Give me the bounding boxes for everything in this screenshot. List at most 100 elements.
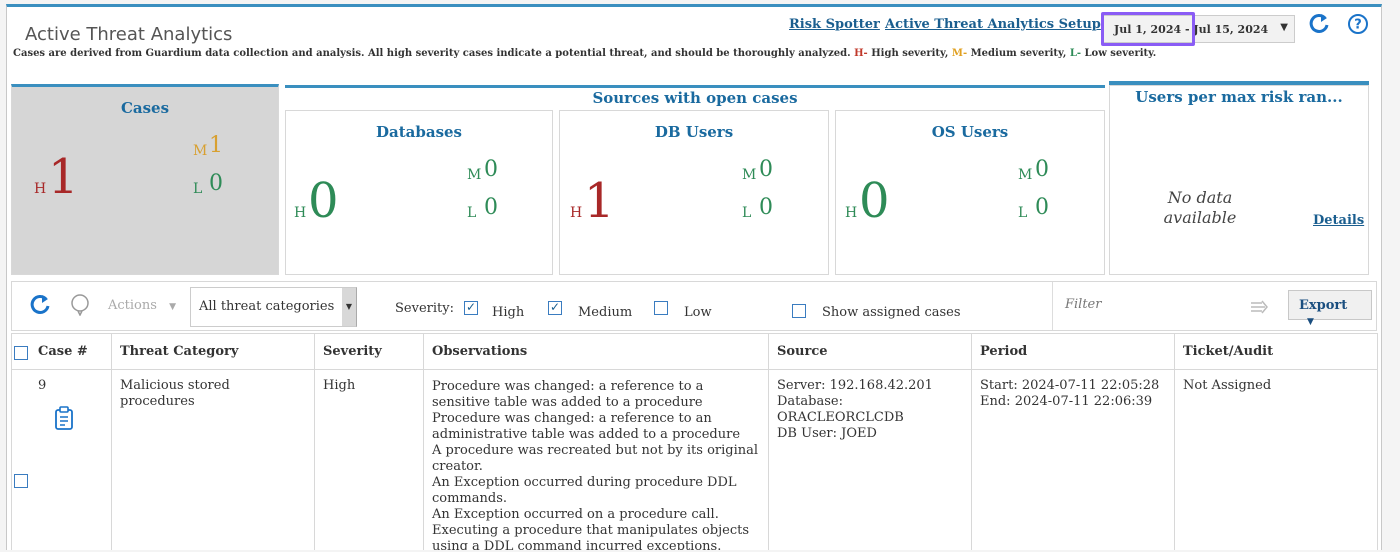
cell-case: 9 xyxy=(11,369,112,550)
databases-h-label: H xyxy=(294,205,307,221)
filter-input[interactable]: Filter xyxy=(1052,282,1272,330)
details-link[interactable]: Details xyxy=(1313,213,1364,228)
chevron-down-icon: ▼ xyxy=(1307,317,1314,327)
actions-label: Actions xyxy=(108,298,157,313)
db-users-h-value: 1 xyxy=(584,173,615,229)
os-users-l-value: 0 xyxy=(1035,195,1049,220)
col-source[interactable]: Source xyxy=(768,333,972,370)
databases-m-value: 0 xyxy=(484,157,498,182)
os-users-m-value: 0 xyxy=(1035,157,1049,182)
show-assigned-label: Show assigned cases xyxy=(822,305,961,320)
page-title: Active Threat Analytics xyxy=(25,24,233,45)
cases-l-label: L xyxy=(193,181,203,197)
page-description: Cases are derived from Guardium data col… xyxy=(13,48,1156,59)
actions-menu[interactable]: Actions ▼ xyxy=(108,298,176,313)
db-users-m-label: M xyxy=(742,167,757,183)
legend-low-label: L- xyxy=(1069,48,1082,59)
high-checkbox[interactable]: ✓ xyxy=(464,301,478,315)
medium-checkbox[interactable]: ✓ xyxy=(548,301,562,315)
clipboard-icon[interactable] xyxy=(54,406,74,430)
ata-dashboard: Active Threat Analytics Cases are derive… xyxy=(6,4,1382,550)
cases-h-label: H xyxy=(34,181,47,197)
caret-down-icon: ▼ xyxy=(342,288,356,326)
db-users-l-label: L xyxy=(742,205,752,221)
filter-placeholder: Filter xyxy=(1065,297,1102,312)
cases-l-value: 0 xyxy=(209,171,223,196)
db-users-l-value: 0 xyxy=(759,195,773,220)
export-button[interactable]: Export ▼ xyxy=(1288,290,1372,327)
date-highlight-box xyxy=(1101,12,1195,46)
sources-title: Sources with open cases xyxy=(285,85,1105,107)
threat-category-value: All threat categories xyxy=(199,299,335,314)
cell-severity: High xyxy=(314,369,424,550)
severity-label: Severity: xyxy=(395,301,454,316)
legend-high-label: H- xyxy=(854,48,868,59)
cell-source: Server: 192.168.42.201 Database: ORACLEO… xyxy=(768,369,972,550)
col-category[interactable]: Threat Category xyxy=(111,333,315,370)
db-users-h-label: H xyxy=(570,205,583,221)
refresh-icon[interactable] xyxy=(30,294,52,316)
legend-low-text: Low severity. xyxy=(1084,48,1157,59)
table-row[interactable]: 9 Malicious stored procedures High Proce… xyxy=(11,369,1378,550)
cell-category: Malicious stored procedures xyxy=(111,369,315,550)
svg-text:?: ? xyxy=(1354,18,1362,33)
threat-category-select[interactable]: All threat categories ▼ xyxy=(190,287,357,327)
cases-table: Case # Threat Category Severity Observat… xyxy=(11,333,1378,550)
os-users-m-label: M xyxy=(1018,167,1033,183)
cases-h-value: 1 xyxy=(48,149,79,205)
show-assigned-checkbox[interactable] xyxy=(792,304,806,318)
legend-high-text: High severity, xyxy=(871,48,949,59)
cases-panel: Cases H 1 M 1 L 0 xyxy=(11,84,279,275)
db-users-m-value: 0 xyxy=(759,157,773,182)
case-number: 9 xyxy=(38,378,47,393)
row-checkbox[interactable] xyxy=(14,474,28,488)
chevron-down-icon: ▼ xyxy=(169,302,176,312)
databases-m-label: M xyxy=(467,167,482,183)
help-icon[interactable]: ? xyxy=(1347,13,1369,35)
os-users-l-label: L xyxy=(1018,205,1028,221)
refresh-icon[interactable] xyxy=(1309,13,1331,35)
db-users-title: DB Users xyxy=(654,123,734,141)
databases-panel: Databases H 0 M 0 L 0 xyxy=(285,110,553,275)
col-case[interactable]: Case # xyxy=(11,333,112,370)
table-header-row: Case # Threat Category Severity Observat… xyxy=(11,333,1378,370)
cases-m-value: 1 xyxy=(209,133,223,158)
low-label: Low xyxy=(684,305,712,320)
medium-label: Medium xyxy=(578,305,633,320)
legend-medium-label: M- xyxy=(951,48,968,59)
ata-setup-link[interactable]: Active Threat Analytics Setup xyxy=(885,17,1101,32)
low-checkbox[interactable] xyxy=(654,301,668,315)
cases-title: Cases xyxy=(120,99,170,117)
col-ticket[interactable]: Ticket/Audit xyxy=(1174,333,1378,370)
cases-m-label: M xyxy=(193,143,208,159)
description-main: Cases are derived from Guardium data col… xyxy=(13,48,851,59)
legend-medium-text: Medium severity, xyxy=(970,48,1067,59)
col-severity[interactable]: Severity xyxy=(314,333,424,370)
os-users-panel: OS Users H 0 M 0 L 0 xyxy=(835,110,1105,275)
col-period[interactable]: Period xyxy=(971,333,1175,370)
col-case-label: Case # xyxy=(38,344,88,359)
high-label: High xyxy=(492,305,525,320)
databases-l-label: L xyxy=(467,205,477,221)
os-users-h-label: H xyxy=(845,205,858,221)
databases-h-value: 0 xyxy=(308,173,339,229)
os-users-h-value: 0 xyxy=(859,173,890,229)
users-risk-title: Users per max risk ran... xyxy=(1135,88,1343,106)
chevron-down-icon: ▼ xyxy=(1280,22,1288,33)
users-risk-panel: Users per max risk ran... No data availa… xyxy=(1109,85,1369,275)
cases-toolbar: Actions ▼ All threat categories ▼ Severi… xyxy=(11,281,1377,331)
export-label: Export xyxy=(1299,298,1348,313)
databases-title: Databases xyxy=(375,123,462,141)
no-data-text: No data available xyxy=(1163,188,1237,227)
cell-observations: Procedure was changed: a reference to a … xyxy=(423,369,769,550)
cell-period: Start: 2024-07-11 22:05:28 End: 2024-07-… xyxy=(971,369,1175,550)
col-observations[interactable]: Observations xyxy=(423,333,769,370)
db-users-panel: DB Users H 1 M 0 L 0 xyxy=(559,110,829,275)
risk-spotter-link[interactable]: Risk Spotter xyxy=(789,17,880,32)
select-all-checkbox[interactable] xyxy=(14,346,28,360)
cell-ticket: Not Assigned xyxy=(1174,369,1378,550)
comment-icon[interactable] xyxy=(70,294,90,317)
filter-apply-icon[interactable] xyxy=(1250,300,1268,314)
databases-l-value: 0 xyxy=(484,195,498,220)
os-users-title: OS Users xyxy=(931,123,1009,141)
